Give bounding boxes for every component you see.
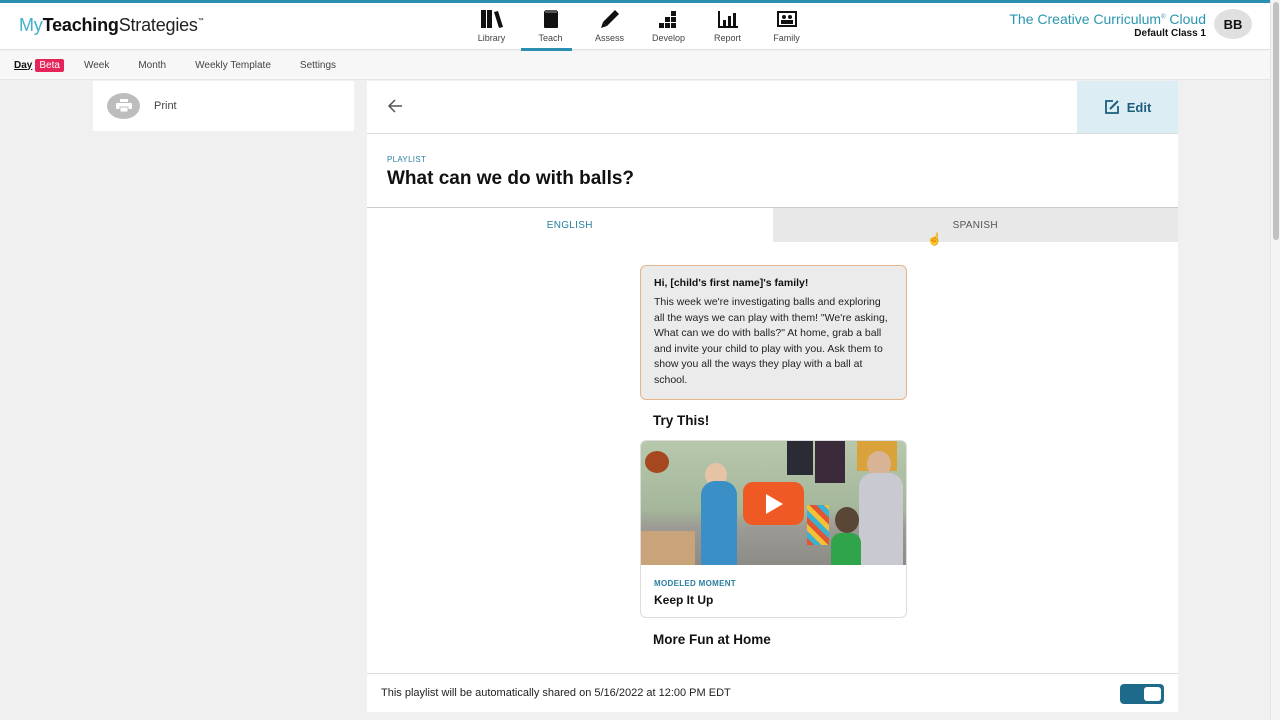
scrollbar-thumb[interactable] [1273, 2, 1279, 240]
video-eyebrow: MODELED MOMENT [654, 579, 736, 588]
subnav-week[interactable]: Week [84, 60, 109, 71]
sub-nav: Day Beta Week Month Weekly Template Sett… [0, 51, 1270, 80]
subnav-day[interactable]: Day [14, 60, 32, 71]
nav-develop[interactable]: Develop [639, 3, 698, 50]
play-button[interactable] [743, 482, 804, 525]
video-card[interactable]: MODELED MOMENT Keep It Up [640, 440, 907, 618]
message-greeting: Hi, [child's first name]'s family! [654, 277, 809, 289]
toggle-knob [1144, 687, 1161, 701]
share-schedule-text: This playlist will be automatically shar… [381, 687, 731, 699]
subnav-weekly-template[interactable]: Weekly Template [195, 60, 271, 71]
hand-cursor-icon: ☝ [927, 232, 942, 246]
playlist-eyebrow: PLAYLIST [387, 155, 427, 164]
nav-library[interactable]: Library [462, 3, 521, 50]
tab-english[interactable]: ENGLISH [367, 208, 773, 242]
user-avatar[interactable]: BB [1214, 9, 1252, 39]
try-this-heading: Try This! [653, 413, 710, 428]
back-button[interactable] [387, 99, 403, 118]
playlist-header: PLAYLIST What can we do with balls? [367, 134, 1178, 208]
share-footer: This playlist will be automatically shar… [367, 673, 1178, 712]
nav-family[interactable]: Family [757, 3, 816, 50]
family-message: Hi, [child's first name]'s family! This … [640, 265, 907, 400]
play-icon [765, 493, 783, 514]
print-button[interactable]: Print [93, 81, 354, 131]
video-thumbnail[interactable] [641, 441, 906, 565]
printer-icon [107, 93, 140, 119]
language-tabs: ENGLISH SPANISH [367, 208, 1178, 242]
product-name: The Creative Curriculum® Cloud [1009, 11, 1206, 27]
nav-teach[interactable]: Teach [521, 3, 580, 51]
family-icon [775, 9, 799, 29]
logo[interactable]: MyTeachingStrategies™ [19, 15, 204, 36]
arrow-left-icon [387, 99, 402, 113]
product-brand: The Creative Curriculum® Cloud Default C… [1009, 11, 1206, 39]
subnav-month[interactable]: Month [138, 60, 166, 71]
subnav-settings[interactable]: Settings [300, 60, 336, 71]
page-scrollbar[interactable] [1270, 0, 1280, 720]
playlist-panel: Edit PLAYLIST What can we do with balls?… [367, 81, 1178, 712]
edit-button[interactable]: Edit [1077, 81, 1178, 133]
video-title[interactable]: Keep It Up [654, 593, 893, 607]
playlist-title: What can we do with balls? [387, 168, 635, 189]
pencil-icon [598, 9, 622, 29]
book-icon [539, 9, 563, 29]
main-nav: Library Teach Assess Develop Report Fami… [462, 3, 816, 51]
beta-badge: Beta [35, 58, 64, 72]
nav-report[interactable]: Report [698, 3, 757, 50]
library-icon [480, 9, 504, 29]
app-header: MyTeachingStrategies™ Library Teach Asse… [0, 3, 1270, 51]
playlist-toolbar: Edit [367, 81, 1178, 134]
auto-share-toggle[interactable] [1120, 684, 1164, 704]
more-fun-heading: More Fun at Home [653, 632, 771, 647]
tab-spanish[interactable]: SPANISH [772, 208, 1178, 242]
print-label: Print [154, 100, 177, 112]
blocks-icon [657, 9, 681, 29]
edit-icon [1104, 100, 1119, 114]
nav-assess[interactable]: Assess [580, 3, 639, 50]
playlist-content: Hi, [child's first name]'s family! This … [640, 265, 907, 647]
bar-chart-icon [716, 9, 740, 29]
class-name[interactable]: Default Class 1 [1009, 28, 1206, 39]
message-body: This week we're investigating balls and … [654, 296, 888, 386]
video-card-body: MODELED MOMENT Keep It Up [641, 565, 906, 617]
